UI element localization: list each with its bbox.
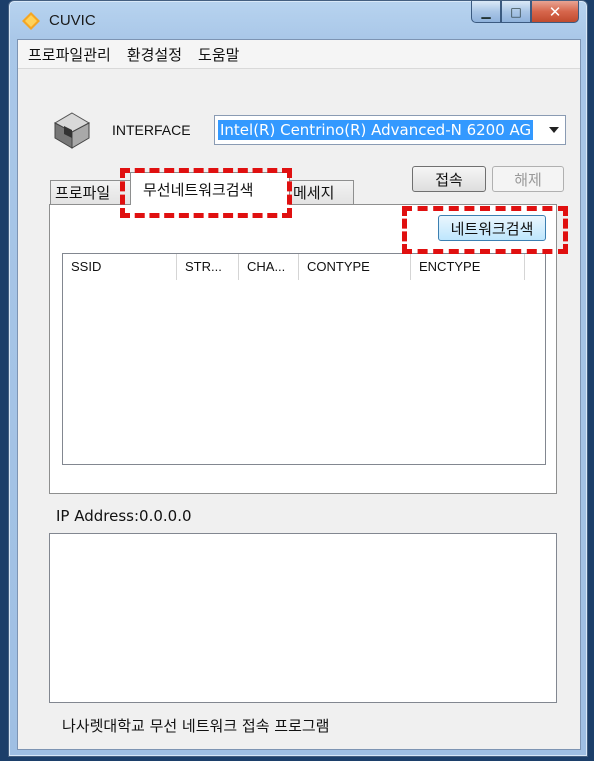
footer-label: 나사렛대학교 무선 네트워크 접속 프로그램: [62, 717, 330, 735]
minimize-button[interactable]: ▁: [471, 1, 501, 23]
ip-address-label: IP Address:0.0.0.0: [56, 507, 192, 525]
scan-button-highlight-box: [402, 206, 568, 254]
interface-label: INTERFACE: [112, 122, 191, 138]
title-bar[interactable]: CUVIC ▁ □ ✕: [9, 1, 587, 39]
interface-selected-value: Intel(R) Centrino(R) Advanced-N 6200 AG: [218, 120, 534, 140]
caption-buttons: ▁ □ ✕: [471, 1, 579, 25]
tab-message[interactable]: 메세지: [288, 180, 354, 204]
tab-highlight-box: [120, 168, 292, 218]
client-area: 프로파일관리 환경설정 도움말 INTERFACE Intel(R) Centr…: [17, 39, 581, 750]
maximize-button[interactable]: □: [501, 1, 531, 23]
menu-settings[interactable]: 환경설정: [119, 44, 190, 65]
interface-dropdown[interactable]: Intel(R) Centrino(R) Advanced-N 6200 AG: [214, 115, 566, 145]
column-ssid[interactable]: SSID: [63, 254, 177, 280]
close-button[interactable]: ✕: [531, 1, 579, 23]
menu-bar: 프로파일관리 환경설정 도움말: [18, 40, 580, 69]
network-list-header: SSID STR... CHA... CONTYPE ENCTYPE: [63, 254, 525, 280]
interface-row: INTERFACE Intel(R) Centrino(R) Advanced-…: [18, 110, 580, 150]
app-window: CUVIC ▁ □ ✕ 프로파일관리 환경설정 도움말 INTERFACE In…: [8, 0, 588, 757]
column-channel[interactable]: CHA...: [239, 254, 299, 280]
cube-logo-icon: [53, 112, 91, 149]
network-list[interactable]: SSID STR... CHA... CONTYPE ENCTYPE: [62, 253, 546, 465]
column-contype[interactable]: CONTYPE: [299, 254, 411, 280]
app-logo-icon: [22, 12, 40, 30]
column-strength[interactable]: STR...: [177, 254, 239, 280]
chevron-down-icon[interactable]: [549, 127, 559, 133]
connect-button[interactable]: 접속: [412, 166, 486, 192]
log-textarea[interactable]: [49, 533, 557, 703]
menu-profile-management[interactable]: 프로파일관리: [20, 44, 119, 65]
column-enctype[interactable]: ENCTYPE: [411, 254, 525, 280]
menu-help[interactable]: 도움말: [190, 44, 247, 65]
window-title: CUVIC: [49, 12, 96, 29]
disconnect-button[interactable]: 해제: [492, 166, 564, 192]
